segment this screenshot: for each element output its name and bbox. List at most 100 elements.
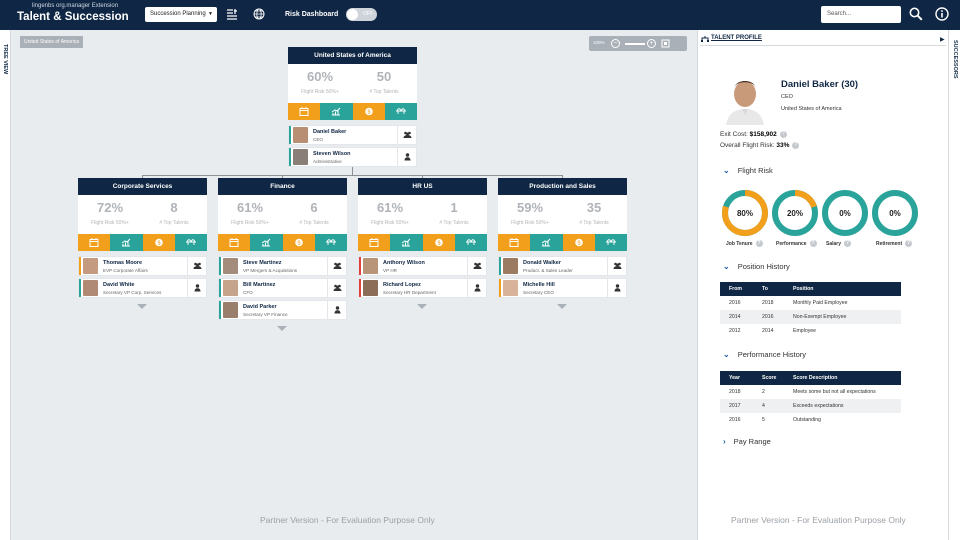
tenure-calendar-icon[interactable] xyxy=(218,234,251,251)
breadcrumb[interactable]: United States of America xyxy=(20,36,84,48)
help-icon[interactable]: ? xyxy=(905,240,913,247)
tenure-calendar-icon[interactable] xyxy=(358,234,391,251)
risk-dashboard-toggle[interactable]: OFF xyxy=(346,8,377,21)
flight-risk-section[interactable]: ⌄ Flight Risk xyxy=(723,166,773,175)
tenure-calendar-icon[interactable] xyxy=(78,234,111,251)
team-icon[interactable] xyxy=(397,126,416,144)
org-unit-card[interactable]: Corporate Services 72% Flight Risk 50%+ … xyxy=(78,178,207,251)
team-icon[interactable] xyxy=(467,257,486,275)
retirement-icon[interactable] xyxy=(384,103,417,120)
fit-screen-icon[interactable] xyxy=(661,39,670,48)
list-settings-icon[interactable] xyxy=(226,8,238,20)
tenure-calendar-icon[interactable] xyxy=(288,103,321,120)
salary-money-icon[interactable]: $ xyxy=(142,234,175,251)
zoom-control: 100% − + xyxy=(589,36,687,51)
top-talents-label: # Top Talents xyxy=(159,220,189,226)
pay-range-section[interactable]: › Pay Range xyxy=(723,437,771,446)
table-cell: 2 xyxy=(762,389,765,395)
team-icon[interactable] xyxy=(327,257,346,275)
person-row[interactable]: Daniel Baker CEO xyxy=(288,125,417,145)
help-icon[interactable]: ? xyxy=(755,240,763,247)
tree-view-tab[interactable]: TREE VIEW xyxy=(0,30,11,540)
chevron-down-icon: ⌄ xyxy=(723,166,730,175)
expand-caret-icon[interactable] xyxy=(417,304,427,309)
retirement-icon[interactable] xyxy=(174,234,207,251)
person-row[interactable]: Steven Wilson Administrative xyxy=(288,147,417,167)
performance-chart-icon[interactable] xyxy=(110,234,143,251)
performance-chart-icon[interactable] xyxy=(390,234,423,251)
org-unit-stats: 72% Flight Risk 50%+ 8 # Top Talents xyxy=(78,195,207,234)
person-row[interactable]: Donald Walker Product. & Sales Leader xyxy=(498,256,627,276)
person-icon[interactable] xyxy=(397,148,416,166)
performance-chart-icon[interactable] xyxy=(530,234,563,251)
team-icon[interactable] xyxy=(327,279,346,297)
successors-tab[interactable]: SUCCESSORS xyxy=(948,30,960,540)
top-talents-value: 50 xyxy=(376,69,392,84)
zoom-out-button[interactable]: − xyxy=(611,39,620,48)
view-select[interactable]: Succession Planning ▼ xyxy=(145,7,217,22)
team-icon[interactable] xyxy=(607,257,626,275)
help-icon[interactable]: ? xyxy=(779,131,787,138)
panel-collapse-icon[interactable]: ▶ xyxy=(940,36,945,43)
help-icon[interactable]: ? xyxy=(809,240,817,247)
org-unit-card[interactable]: Production and Sales 59% Flight Risk 50%… xyxy=(498,178,627,251)
person-icon[interactable] xyxy=(187,279,206,297)
team-icon[interactable] xyxy=(187,257,206,275)
person-row[interactable]: Bill Martinez CFO xyxy=(218,278,347,298)
salary-money-icon[interactable]: $ xyxy=(422,234,455,251)
table-row: 2018 2 Meets some but not all expectations xyxy=(720,385,901,399)
table-row: 2012 2014 Employee xyxy=(720,324,901,338)
risk-bar xyxy=(359,257,361,275)
globe-icon[interactable] xyxy=(253,8,265,20)
risk-bar xyxy=(79,257,81,275)
salary-money-icon[interactable]: $ xyxy=(282,234,315,251)
salary-money-icon[interactable]: $ xyxy=(562,234,595,251)
person-row[interactable]: David White Secretary VP Corp. Services xyxy=(78,278,207,298)
retirement-icon[interactable] xyxy=(454,234,487,251)
org-unit-card[interactable]: United States of America 60% Flight Risk… xyxy=(288,47,417,120)
top-bar: lingenbs org.manager Extension Talent & … xyxy=(0,0,960,30)
position-history-section[interactable]: ⌄ Position History xyxy=(723,262,790,271)
flight-risk-donut: 0% xyxy=(822,190,868,236)
person-name: David Parker xyxy=(243,304,277,310)
flight-risk-donut: 20% xyxy=(772,190,818,236)
salary-money-icon[interactable]: $ xyxy=(352,103,385,120)
zoom-in-button[interactable]: + xyxy=(647,39,656,48)
donut-label: Salary? xyxy=(826,240,852,247)
org-unit-card[interactable]: Finance 61% Flight Risk 50%+ 6 # Top Tal… xyxy=(218,178,347,251)
org-unit-stats: 61% Flight Risk 50%+ 1 # Top Talents xyxy=(358,195,487,234)
performance-chart-icon[interactable] xyxy=(320,103,353,120)
org-unit-card[interactable]: HR US 61% Flight Risk 50%+ 1 # Top Talen… xyxy=(358,178,487,251)
expand-caret-icon[interactable] xyxy=(137,304,147,309)
person-row[interactable]: Thomas Moore EVP Corporate Affairs xyxy=(78,256,207,276)
expand-caret-icon[interactable] xyxy=(277,326,287,331)
avatar xyxy=(503,258,518,274)
search-input[interactable]: Search... xyxy=(821,6,901,23)
top-talents-value: 1 xyxy=(450,200,458,215)
person-row[interactable]: Richard Lopez Secretary HR Department xyxy=(358,278,487,298)
column-header: From xyxy=(720,282,753,296)
retirement-icon[interactable] xyxy=(594,234,627,251)
person-icon[interactable] xyxy=(607,279,626,297)
person-title: Secretary CEO xyxy=(523,290,554,295)
column-header: To xyxy=(753,282,784,296)
zoom-slider[interactable] xyxy=(625,43,645,45)
performance-history-section[interactable]: ⌄ Performance History xyxy=(723,350,806,359)
expand-caret-icon[interactable] xyxy=(557,304,567,309)
person-row[interactable]: David Parker Secretary VP Finance xyxy=(218,300,347,320)
person-icon[interactable] xyxy=(327,301,346,319)
table-header-row: From To Position xyxy=(720,282,901,296)
tenure-calendar-icon[interactable] xyxy=(498,234,531,251)
retirement-icon[interactable] xyxy=(314,234,347,251)
person-row[interactable]: Anthony Wilson VP HR xyxy=(358,256,487,276)
performance-chart-icon[interactable] xyxy=(250,234,283,251)
person-row[interactable]: Steve Martinez VP Mergers & Acquisitions xyxy=(218,256,347,276)
talent-profile-tab[interactable]: TALENT PROFILE xyxy=(711,35,762,41)
search-icon[interactable] xyxy=(909,7,923,21)
person-row[interactable]: Michelle Hill Secretary CEO xyxy=(498,278,627,298)
flight-risk-value: 72% xyxy=(96,200,124,215)
info-icon[interactable] xyxy=(935,7,949,21)
person-icon[interactable] xyxy=(467,279,486,297)
help-icon[interactable]: ? xyxy=(844,240,852,247)
help-icon[interactable]: ? xyxy=(792,142,800,149)
